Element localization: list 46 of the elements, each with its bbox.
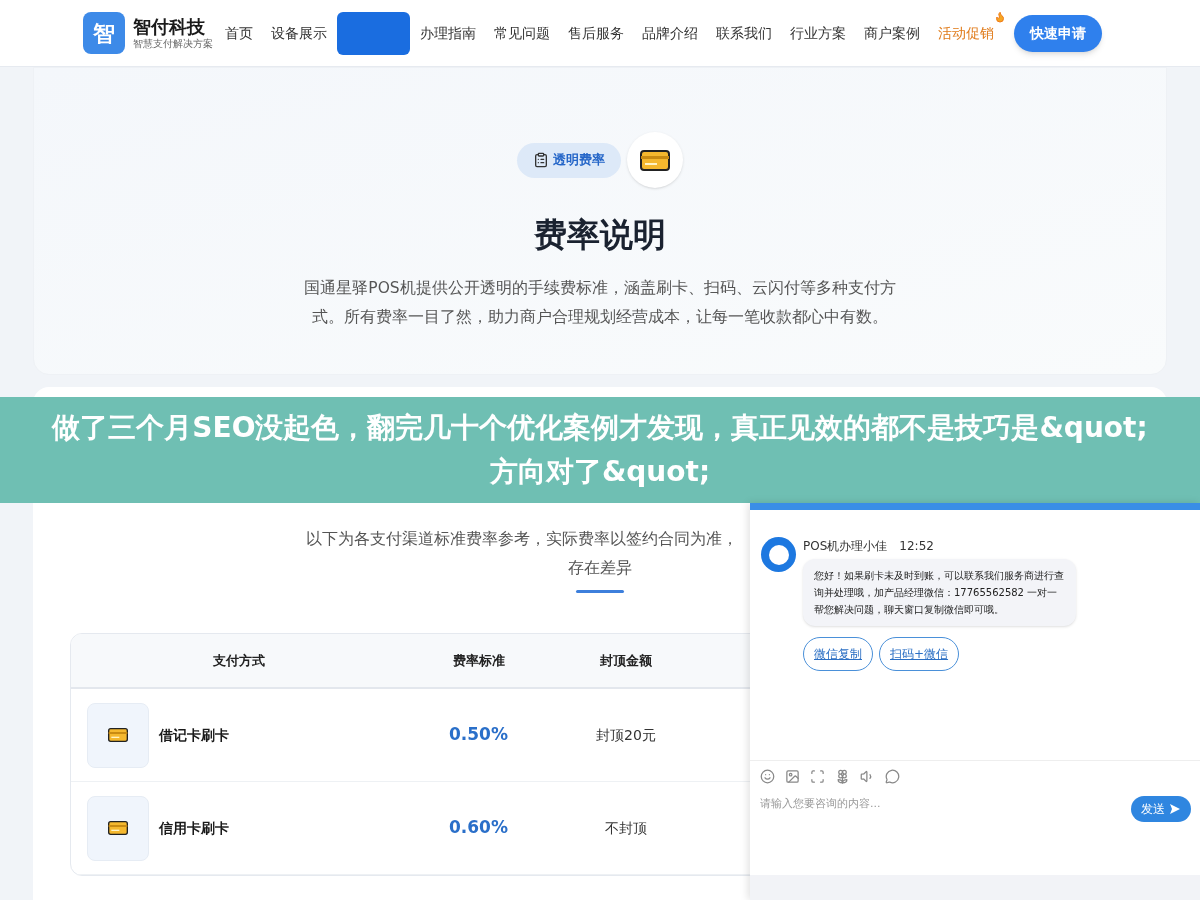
chat-bubble-icon[interactable]	[885, 769, 900, 784]
credit-card-icon	[108, 821, 128, 835]
nav-link[interactable]: 售后服务	[560, 22, 632, 44]
section-title: 费率说明	[534, 214, 666, 256]
emoji-icon[interactable]	[760, 769, 775, 784]
credit-card-icon	[108, 728, 128, 742]
brand-tagline: 智慧支付解决方案	[133, 38, 213, 51]
cap-value: 封顶20元	[596, 725, 656, 745]
flame-icon	[994, 10, 1006, 23]
logo-icon: 智	[83, 12, 125, 54]
screenshot-icon[interactable]	[810, 769, 825, 784]
method-name: 信用卡刷卡	[159, 818, 229, 838]
message-time: 12:52	[899, 538, 934, 555]
cap-value: 不封顶	[605, 818, 647, 838]
section-description: 国通星驿POS机提供公开透明的手续费标准，涵盖刷卡、扫码、云闪付等多种支付方式。所有费率一目了然，助力商户合理规划经营成本，让每一笔收款都心中有数。	[303, 277, 897, 328]
flower-icon[interactable]	[835, 769, 850, 784]
credit-card-icon	[640, 149, 670, 171]
intro-text: 以下为各支付渠道标准费率参考，实际费率以签约合同为准，	[306, 530, 738, 548]
send-icon	[1169, 803, 1181, 815]
image-icon[interactable]	[785, 769, 800, 784]
nav-link[interactable]: 商户案例	[856, 22, 928, 44]
intro-text: 存在差异	[568, 559, 632, 577]
nav-link[interactable]: 行业方案	[782, 22, 854, 44]
badge-label: 透明费率	[553, 151, 605, 170]
agent-avatar-icon	[761, 537, 796, 572]
chat-message: 您好！如果刷卡未及时到账，可以联系我们服务商进行查询并处理哦，加产品经理微信：17765562582 一对一帮您解决问题，聊天窗口复制微信即可哦。	[803, 559, 1076, 626]
send-button[interactable]: 发送	[1131, 796, 1191, 822]
column-header: 支付方式	[212, 651, 265, 670]
rate-value: 0.60%	[449, 816, 508, 840]
active-nav-tab[interactable]	[337, 11, 410, 55]
banner-title: 做了三个月SEO没起色，翻完几十个优化案例才发现，真正见效的都不是技巧是&quot;方向对了&quot;	[50, 410, 1149, 490]
nav-link[interactable]: 常见问题	[486, 22, 558, 44]
clipboard-icon	[533, 152, 549, 168]
nav-link[interactable]: 设备展示	[263, 22, 335, 44]
nav-link[interactable]: 联系我们	[708, 22, 780, 44]
brand-name: 智付科技	[133, 15, 206, 38]
agent-name: POS机办理小佳	[803, 538, 888, 555]
nav-link[interactable]: 办理指南	[412, 22, 484, 44]
column-header: 封顶金额	[600, 651, 652, 670]
apply-button[interactable]: 快速申请	[1014, 14, 1102, 52]
column-header: 费率标准	[452, 651, 505, 670]
rate-value: 0.50%	[449, 723, 508, 747]
nav-link[interactable]: 品牌介绍	[634, 22, 706, 44]
nav-link[interactable]: 首页	[217, 22, 261, 44]
message-input[interactable]: 请输入您要咨询的内容...	[760, 796, 1060, 813]
method-name: 借记卡刷卡	[159, 725, 229, 745]
